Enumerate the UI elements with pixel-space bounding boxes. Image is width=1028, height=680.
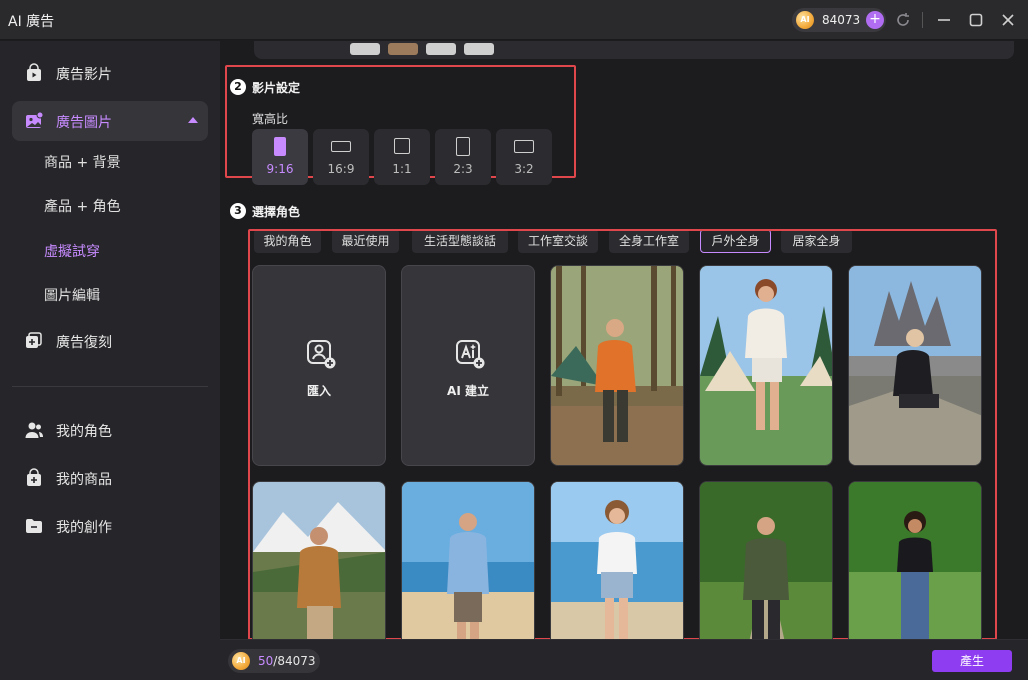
character-photo [849,482,981,639]
sidebar-item-label: 我的商品 [56,472,112,488]
sidebar-item-ad-replicate[interactable]: 廣告復刻 [12,321,208,361]
credit-usage-pill: AI 50/84073 [228,649,320,673]
square-ratio-icon [394,138,410,154]
product-strip [254,41,1014,59]
sidebar-subitem-virtual-tryon[interactable]: 虛擬試穿 [44,241,100,261]
maximize-icon[interactable] [966,10,986,30]
video-bag-icon [27,63,41,81]
add-credits-button[interactable]: + [866,11,884,29]
ratio-16-9-button[interactable]: 16:9 [313,129,369,185]
sidebar-subitem-product-background[interactable]: 商品 + 背景 [44,152,121,172]
sidebar-item-label: 廣告圖片 [56,115,112,131]
close-icon[interactable] [998,10,1018,30]
sidebar-item-label: 我的創作 [56,520,112,536]
title-bar: AI 廣告 AI 84073 + [0,0,1028,40]
ratio-2-3-button[interactable]: 2:3 [435,129,491,185]
step-number: 2 [230,79,246,95]
ai-create-icon [456,340,485,369]
product-thumbnail[interactable] [464,43,494,55]
sidebar-item-ad-image[interactable]: 廣告圖片 [12,101,208,141]
sidebar-item-label: 我的角色 [56,424,112,440]
landscape-ratio-icon [514,140,534,153]
portrait-ratio-icon [456,137,470,156]
bottom-bar: AI 50/84073 產生 [220,639,1028,680]
titlebar-divider [922,12,923,28]
ratio-label: 2:3 [453,162,473,176]
generate-button[interactable]: 產生 [932,650,1012,672]
sidebar-item-my-creations[interactable]: 我的創作 [12,506,208,546]
refresh-icon[interactable] [893,10,913,30]
sidebar: 廣告影片 廣告圖片 商品 + 背景 產品 + 角色 虛擬試穿 圖片編輯 廣告復刻… [0,41,220,680]
app-title: AI 廣告 [8,14,55,30]
aspect-ratio-label: 寬高比 [252,112,289,126]
import-label: 匯入 [306,384,331,398]
character-select-title: 選擇角色 [252,205,301,219]
video-settings-title: 影片設定 [252,81,301,95]
replicate-icon [26,332,42,348]
character-photo [700,482,832,639]
ratio-label: 9:16 [266,162,294,176]
product-thumbnail[interactable] [426,43,456,55]
character-photo [402,482,534,639]
ratio-label: 3:2 [514,162,534,176]
character-photo [700,266,832,465]
minimize-icon[interactable] [934,10,954,30]
character-card-beach-man[interactable] [401,481,535,639]
sidebar-item-my-characters[interactable]: 我的角色 [12,410,208,450]
ai-create-label: AI 建立 [447,384,489,398]
product-thumbnail[interactable] [388,43,418,55]
portrait-ratio-icon [274,137,286,156]
coin-icon: AI [232,652,250,670]
sidebar-subitem-product-character[interactable]: 產品 + 角色 [44,196,121,216]
ratio-3-2-button[interactable]: 3:2 [496,129,552,185]
sidebar-subitem-image-edit[interactable]: 圖片編輯 [44,285,100,305]
shopping-bag-icon [27,468,41,486]
sidebar-item-ad-video[interactable]: 廣告影片 [12,53,208,93]
credits-used: 50 [258,654,274,668]
sidebar-item-my-products[interactable]: 我的商品 [12,458,208,498]
credits-value: 84073 [822,13,861,27]
ratio-label: 1:1 [392,162,412,176]
character-card-hiker-man[interactable] [252,481,386,639]
product-thumbnail[interactable] [350,43,380,55]
ratio-label: 16:9 [327,162,355,176]
character-photo [551,482,683,639]
character-card-tent-woman[interactable] [699,265,833,466]
users-icon [25,422,43,438]
character-card-beach-woman[interactable] [550,481,684,639]
character-card-camping-man[interactable] [550,265,684,466]
character-photo [253,482,385,639]
character-photo [551,266,683,465]
credit-usage: 50/84073 [258,654,316,668]
ratio-1-1-button[interactable]: 1:1 [374,129,430,185]
character-photo [849,266,981,465]
character-card-park-man[interactable] [699,481,833,639]
sidebar-item-label: 廣告復刻 [56,335,112,351]
import-character-card[interactable]: 匯入 [252,265,386,466]
ratio-9-16-button[interactable]: 9:16 [252,129,308,185]
folder-icon [26,519,42,533]
import-user-icon [307,340,336,369]
image-bag-icon [26,111,44,128]
main-panel: 2 影片設定 寬高比 9:16 16:9 1:1 2:3 3:2 3 選擇角色 … [220,41,1028,639]
step-number: 3 [230,203,246,219]
coin-icon: AI [796,11,814,29]
character-card-mountain-woman[interactable] [848,265,982,466]
landscape-ratio-icon [331,141,351,152]
sidebar-divider [12,386,208,387]
collapse-caret-icon[interactable] [188,117,198,123]
credits-total: /84073 [273,654,316,668]
sidebar-item-label: 廣告影片 [56,67,112,83]
character-card-park-woman[interactable] [848,481,982,639]
ai-create-character-card[interactable]: AI 建立 [401,265,535,466]
